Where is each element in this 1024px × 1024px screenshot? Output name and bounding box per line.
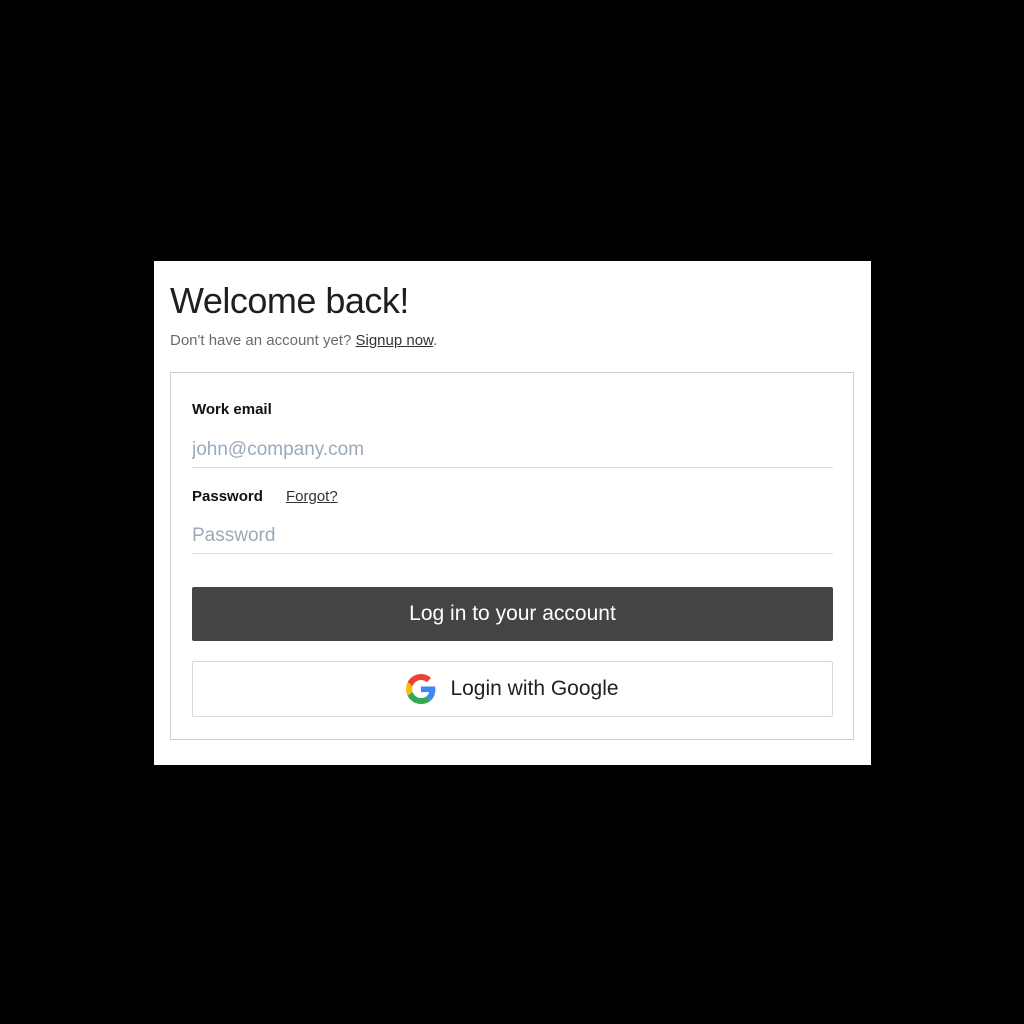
login-panel: Welcome back! Don't have an account yet?… [154, 261, 871, 765]
page-title: Welcome back! [170, 280, 409, 321]
login-form: Work email Password Forgot? Log in to yo… [170, 372, 854, 740]
google-login-label: Login with Google [450, 677, 619, 700]
email-label: Work email [192, 401, 272, 418]
google-g-icon [406, 674, 436, 704]
login-button[interactable]: Log in to your account [192, 587, 833, 641]
signup-prompt-text: Don't have an account yet? [170, 332, 356, 349]
email-field[interactable] [192, 432, 833, 468]
signup-prompt: Don't have an account yet? Signup now. [170, 331, 437, 351]
signup-link[interactable]: Signup now [356, 332, 434, 349]
password-field[interactable] [192, 518, 833, 554]
google-login-button[interactable]: Login with Google [192, 661, 833, 717]
forgot-password-link[interactable]: Forgot? [286, 487, 338, 507]
password-label: Password [192, 488, 263, 505]
signup-prompt-period: . [433, 332, 438, 349]
